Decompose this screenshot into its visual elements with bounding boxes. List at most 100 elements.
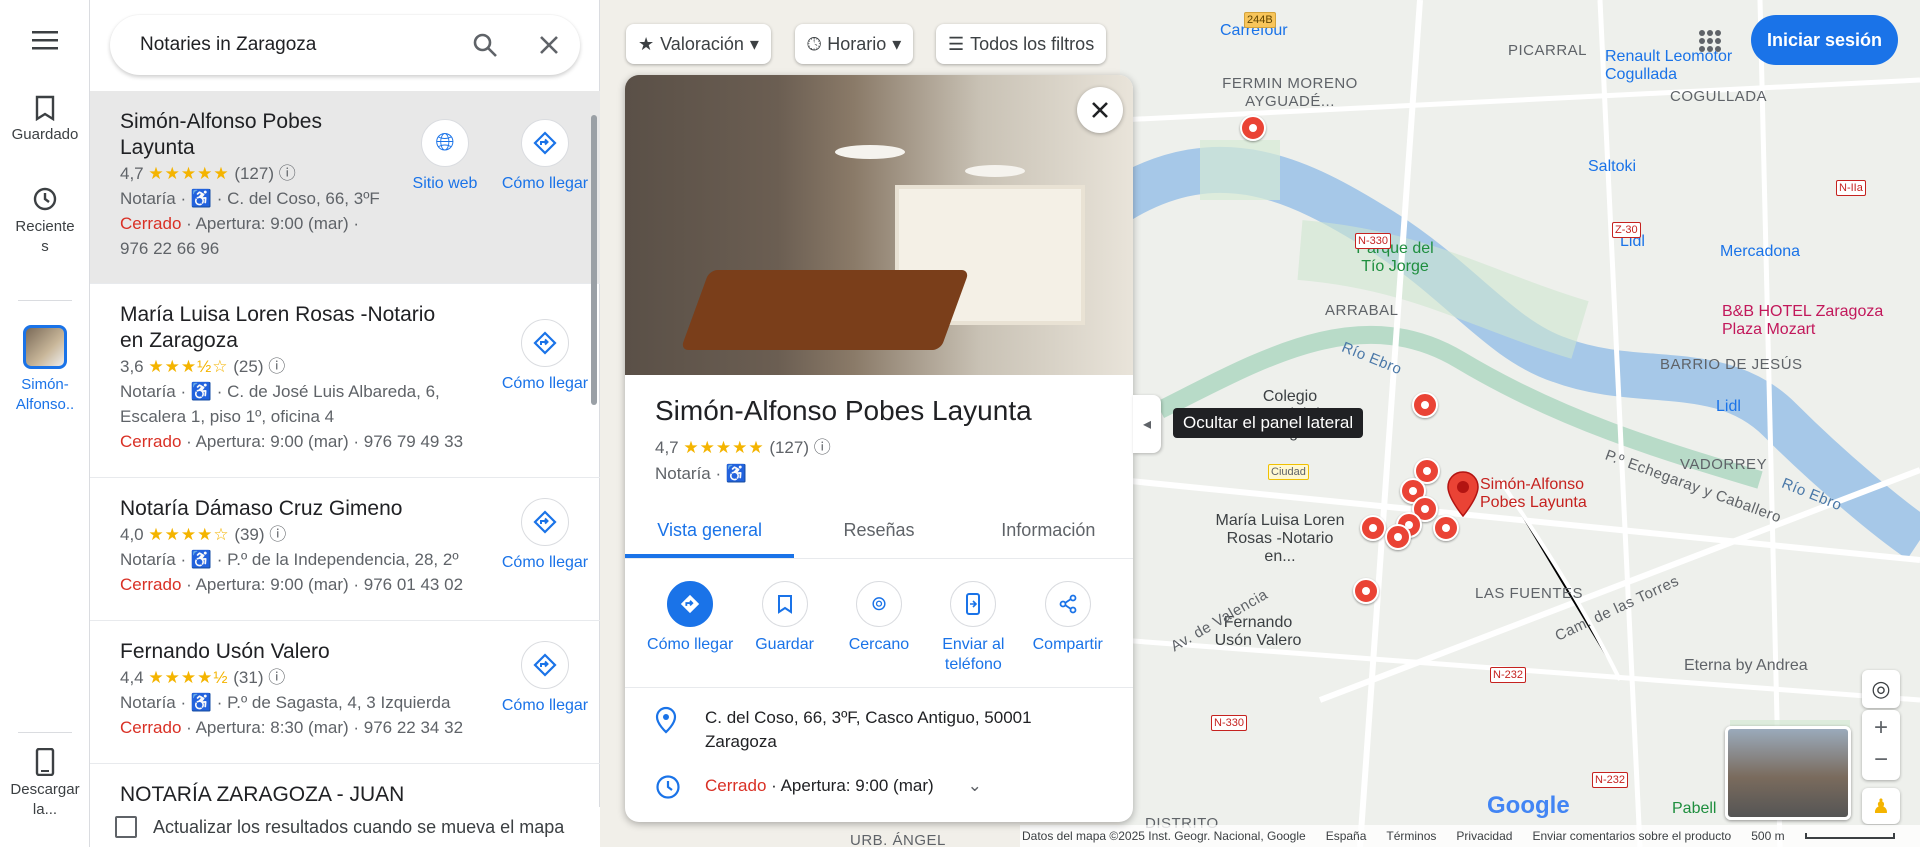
search-box[interactable]: Notaries in Zaragoza (110, 15, 580, 75)
poi-label[interactable]: Mercadona (1720, 243, 1800, 261)
info-icon[interactable]: ⓘ (268, 668, 285, 687)
result-name[interactable]: Notaría Dámaso Cruz Gimeno (120, 496, 460, 522)
poi-label[interactable]: Pabell (1672, 800, 1716, 818)
map-pin[interactable] (1240, 115, 1266, 141)
hotel-label[interactable]: B&B HOTEL Zaragoza Plaza Mozart (1722, 303, 1920, 339)
menu-icon (32, 31, 58, 50)
terms-link[interactable]: Términos (1386, 829, 1436, 843)
result-item-0[interactable]: Simón-Alfonso Pobes Layunta 4,7 ★★★★★ (1… (90, 91, 600, 284)
info-icon[interactable]: ⓘ (279, 164, 296, 183)
locate-icon: ◎ (1871, 676, 1891, 701)
rating-filter-chip[interactable]: ★ Valoración ▾ (626, 24, 771, 64)
apps-grid-icon[interactable] (1699, 30, 1721, 52)
update-results-toggle[interactable]: Actualizar los resultados cuando se muev… (90, 807, 600, 847)
directions-button[interactable]: Cómo llegar (500, 498, 590, 572)
my-location-button[interactable]: ◎ (1862, 670, 1900, 708)
recent-button[interactable]: Reciente s (0, 185, 90, 257)
zoom-out-button[interactable]: − (1862, 745, 1900, 780)
map-footer: Datos del mapa ©2025 Inst. Geogr. Nacion… (1020, 825, 1920, 847)
area-label: ARRABAL (1325, 302, 1399, 319)
selected-place-thumb[interactable]: Simón-Alfonso.. (0, 325, 90, 415)
zoom-controls: + − (1862, 710, 1900, 780)
result-hours: Cerrado · Apertura: 9:00 (mar) · 976 01 … (120, 575, 464, 594)
map-pin[interactable] (1360, 515, 1386, 541)
result-name[interactable]: Simón-Alfonso Pobes Layunta (120, 109, 380, 161)
share-button[interactable]: Compartir (1023, 581, 1113, 675)
area-label: COGULLADA (1670, 88, 1768, 105)
clock-icon: 🕓︎ (807, 33, 822, 54)
chevron-down-icon: ▾ (749, 33, 759, 54)
poi-label[interactable]: Renault Leomotor Cogullada (1605, 48, 1755, 84)
left-rail: Guardado Reciente s Simón-Alfonso.. Desc… (0, 0, 90, 847)
send-to-phone-button[interactable]: Enviar al teléfono (928, 581, 1018, 675)
chevron-left-icon: ◂ (1142, 416, 1152, 433)
results-scrollbar[interactable] (591, 115, 597, 405)
pegman-button[interactable]: ♟ (1862, 788, 1900, 824)
nearby-button[interactable]: ⊚ Cercano (834, 581, 924, 675)
directions-button[interactable]: Cómo llegar (500, 119, 590, 193)
directions-button[interactable]: Cómo llegar (500, 319, 590, 393)
tab-overview[interactable]: Vista general (625, 505, 795, 558)
result-name[interactable]: Fernando Usón Valero (120, 639, 460, 665)
info-icon[interactable]: ⓘ (268, 357, 285, 376)
history-icon (33, 187, 57, 211)
pin-label[interactable]: María Luisa Loren Rosas -Notario en... (1215, 512, 1345, 566)
address-row[interactable]: C. del Coso, 66, 3ºF, Casco Antiguo, 500… (625, 688, 1133, 754)
close-card-button[interactable] (1077, 87, 1123, 133)
google-logo: Google (1487, 792, 1570, 819)
search-input[interactable]: Notaries in Zaragoza (140, 34, 456, 56)
poi-label[interactable]: Saltoki (1588, 158, 1636, 176)
scale-label[interactable]: 500 m (1751, 829, 1784, 843)
hours-filter-chip[interactable]: 🕓︎ Horario ▾ (795, 24, 914, 64)
website-button[interactable]: 🌐︎ Sitio web (400, 119, 490, 193)
street-view-thumbnail[interactable] (1725, 726, 1851, 820)
hours-row[interactable]: Cerrado · Apertura: 9:00 (mar) ⌄ (625, 754, 1133, 807)
map-pin[interactable] (1412, 392, 1438, 418)
directions-button[interactable]: Cómo llegar (500, 641, 590, 715)
info-icon[interactable]: ⓘ (814, 438, 831, 457)
phone-icon (35, 748, 55, 776)
result-actions: 🌐︎ Sitio web Cómo llegar (400, 119, 590, 193)
result-name[interactable]: NOTARÍA ZARAGOZA - JUAN (120, 782, 460, 807)
place-thumbnail (23, 325, 67, 369)
result-item-1[interactable]: María Luisa Loren Rosas -Notario en Zara… (90, 284, 600, 478)
place-photo[interactable] (625, 75, 1133, 375)
chevron-down-icon: ▾ (892, 33, 902, 54)
poi-label[interactable]: Eterna by Andrea (1684, 657, 1808, 675)
close-icon[interactable] (538, 34, 560, 56)
all-filters-chip[interactable]: ☰ Todos los filtros (936, 24, 1107, 64)
map-pin[interactable] (1353, 578, 1379, 604)
pin-label-selected[interactable]: Simón-Alfonso Pobes Layunta (1480, 476, 1600, 512)
globe-icon: 🌐︎ (435, 129, 455, 156)
card-directions-button[interactable]: Cómo llegar (645, 581, 735, 675)
download-app-button[interactable]: Descargar la... (0, 748, 90, 820)
zoom-in-button[interactable]: + (1862, 710, 1900, 745)
search-icon[interactable] (472, 32, 498, 58)
save-button[interactable]: Guardar (740, 581, 830, 675)
result-hours: Cerrado · Apertura: 8:30 (mar) · 976 22 … (120, 718, 464, 737)
road-badge: N-330 (1355, 233, 1391, 249)
info-icon[interactable]: ⓘ (269, 525, 286, 544)
chevron-down-icon[interactable]: ⌄ (968, 774, 982, 807)
result-item-3[interactable]: Fernando Usón Valero 4,4 ★★★★½ (31) ⓘ No… (90, 621, 600, 764)
sign-in-button[interactable]: Iniciar sesión (1751, 15, 1899, 65)
result-name[interactable]: María Luisa Loren Rosas -Notario en Zara… (120, 302, 460, 354)
menu-button[interactable] (0, 30, 90, 56)
update-results-checkbox[interactable] (115, 816, 137, 838)
tab-about[interactable]: Información (964, 505, 1133, 558)
result-item-4[interactable]: NOTARÍA ZARAGOZA - JUAN (90, 764, 600, 807)
poi-label[interactable]: Lidl (1716, 398, 1741, 416)
map-pin[interactable] (1385, 524, 1411, 550)
feedback-link[interactable]: Enviar comentarios sobre el producto (1532, 829, 1731, 843)
collapse-panel-button[interactable]: ◂ (1133, 395, 1161, 453)
map-pin[interactable] (1433, 515, 1459, 541)
saved-button[interactable]: Guardado (0, 95, 90, 145)
result-item-2[interactable]: Notaría Dámaso Cruz Gimeno 4,0 ★★★★☆ (39… (90, 478, 600, 621)
selected-pin-icon[interactable] (1446, 470, 1480, 518)
privacy-link[interactable]: Privacidad (1456, 829, 1512, 843)
update-results-label: Actualizar los resultados cuando se muev… (153, 816, 565, 837)
area-label: BARRIO DE JESÚS (1660, 356, 1803, 373)
tab-reviews[interactable]: Reseñas (794, 505, 963, 558)
country-link[interactable]: España (1326, 829, 1367, 843)
directions-icon (533, 510, 557, 534)
